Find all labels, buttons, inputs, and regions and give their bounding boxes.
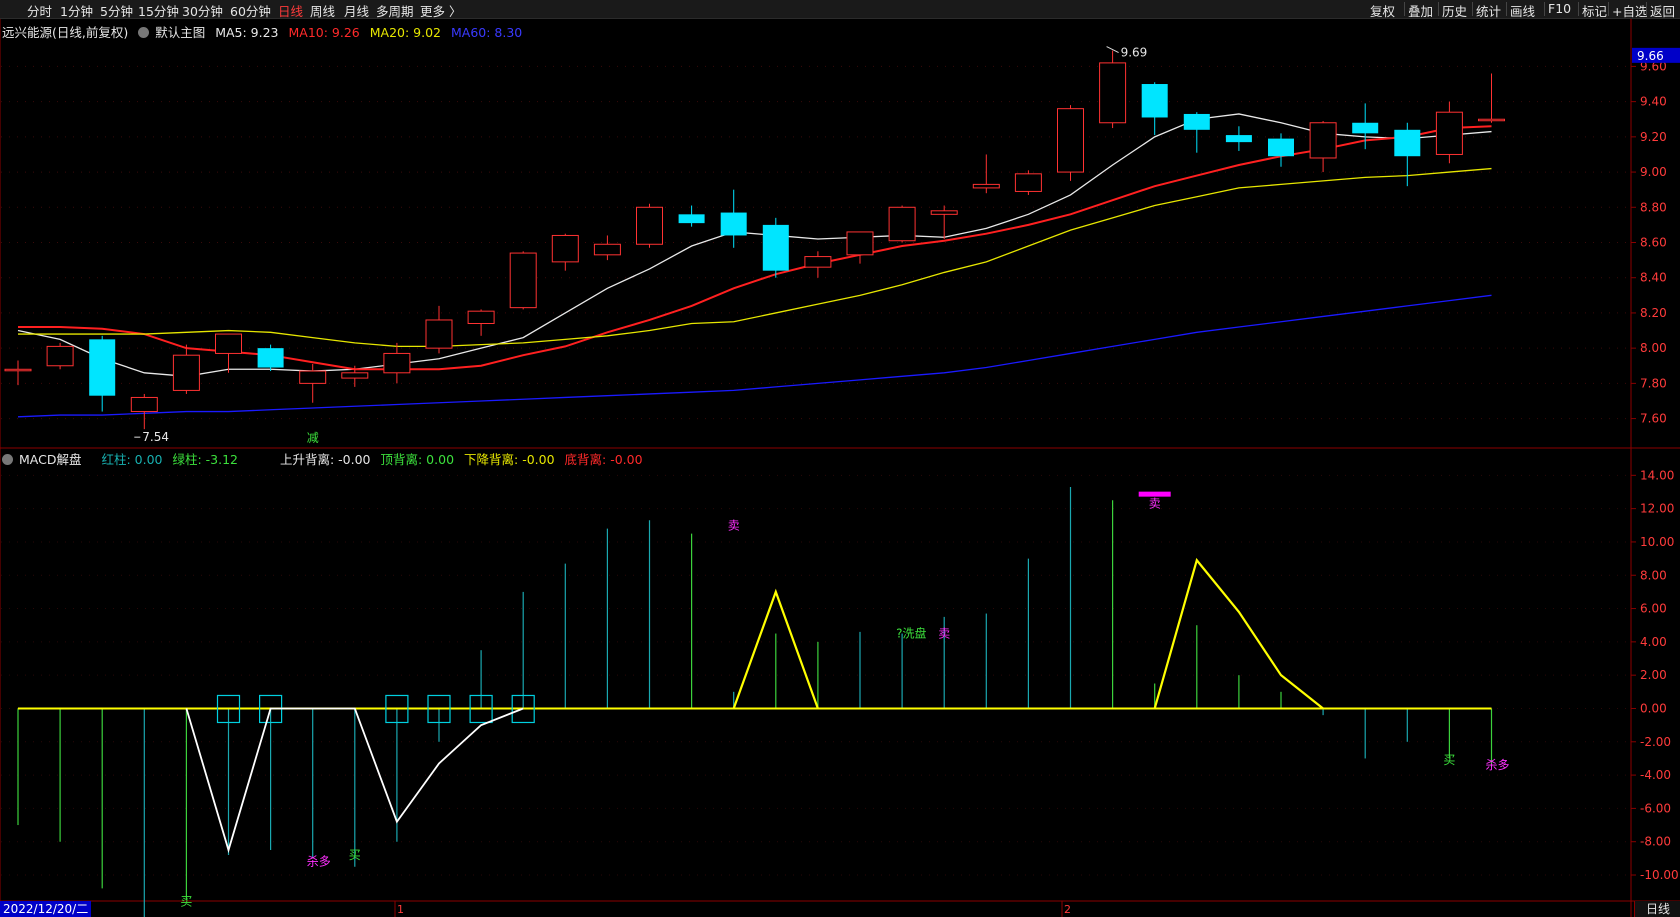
candle-body [509,252,537,309]
candle-body [636,206,663,245]
candle-body [720,212,747,236]
ma-line-ma60 [17,294,1492,418]
candle-body [1309,122,1337,159]
candle-body [930,210,958,215]
candle-body [4,368,32,372]
candle-body [846,231,874,256]
candle-body [1268,138,1294,157]
candle-body [678,214,705,224]
candle-body [1225,135,1252,143]
candle-body [1014,173,1042,192]
candle-body [1141,84,1168,118]
candle-body [467,310,495,325]
ma-line-ma20 [18,167,1492,348]
candle-body [551,234,579,263]
candle-body [762,224,789,271]
candle-body [972,183,1000,189]
candle-body [1099,62,1127,124]
candle-body [593,243,621,256]
candle-body [89,339,116,396]
candle-body [299,370,327,384]
candle-body [383,352,411,374]
candle-body [804,256,832,268]
candle-body [1183,113,1210,130]
candle-body [130,396,158,413]
ma-line-ma10 [18,125,1492,371]
candle-body [172,354,200,391]
candle-body [46,345,74,367]
candle-body [1057,108,1084,173]
candle-body [341,372,369,379]
candle-body [888,206,916,242]
candle-body [215,333,242,354]
candle-body [425,319,453,349]
candle-body [257,348,284,368]
candle-body [1352,122,1379,134]
